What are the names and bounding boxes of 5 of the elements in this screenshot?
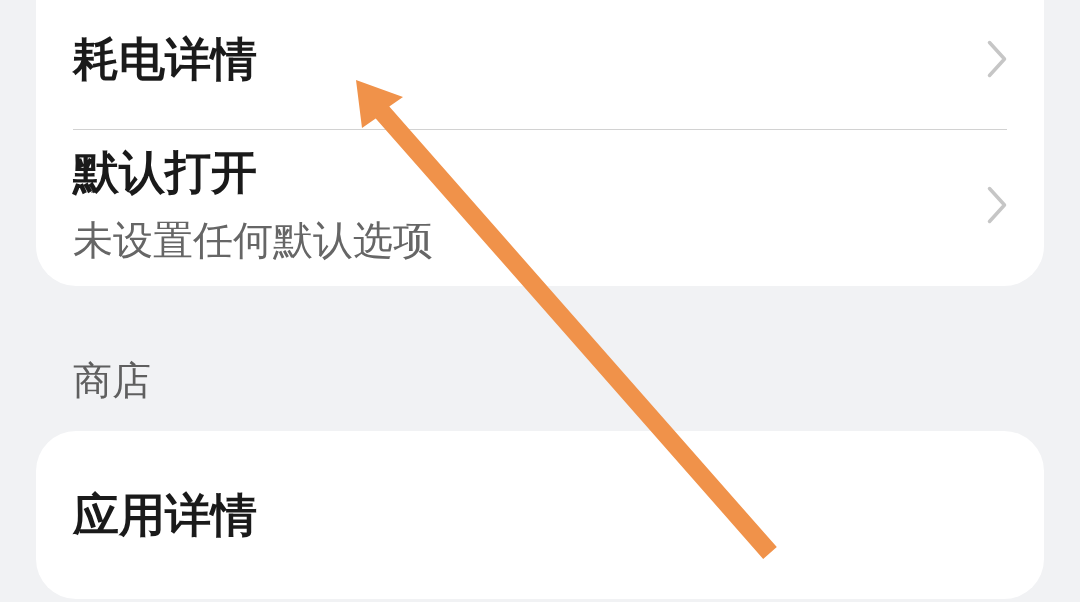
item-title: 应用详情: [73, 487, 257, 544]
item-subtitle: 未设置任何默认选项: [73, 216, 433, 265]
item-title: 默认打开: [73, 144, 258, 201]
section-header: 商店: [73, 358, 151, 403]
item-title: 耗电详情: [73, 30, 257, 88]
